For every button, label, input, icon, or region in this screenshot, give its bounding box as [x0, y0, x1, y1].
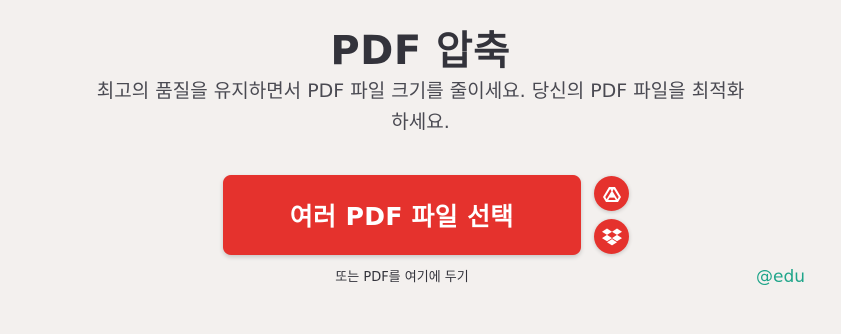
subtitle-line-1: 최고의 품질을 유지하면서 PDF 파일 크기를 줄이세요. 당신의 PDF 파…	[96, 80, 745, 102]
dropbox-button[interactable]	[594, 219, 629, 254]
select-pdf-files-label: 여러 PDF 파일 선택	[290, 202, 514, 231]
dropbox-icon	[601, 228, 622, 245]
google-drive-icon	[602, 186, 621, 202]
page-subtitle: 최고의 품질을 유지하면서 PDF 파일 크기를 줄이세요. 당신의 PDF 파…	[0, 76, 841, 138]
google-drive-button[interactable]	[594, 176, 629, 211]
watermark-text: @edu	[756, 267, 806, 287]
page-title: PDF 압축	[330, 28, 511, 74]
select-pdf-files-button[interactable]: 여러 PDF 파일 선택	[223, 175, 581, 255]
drop-files-hint: 또는 PDF를 여기에 두기	[335, 270, 469, 285]
subtitle-line-2: 하세요.	[391, 111, 450, 133]
